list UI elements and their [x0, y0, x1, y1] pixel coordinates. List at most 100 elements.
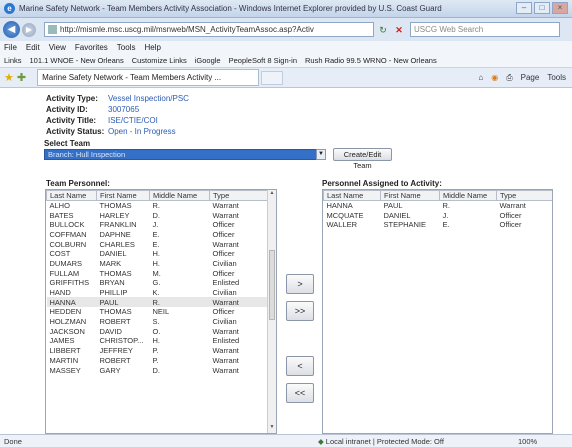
create-edit-team-button[interactable]: Create/Edit Team [333, 148, 392, 170]
table-cell: PAUL [96, 297, 150, 308]
table-row[interactable]: HANNA PAUL R. Warrant [324, 201, 553, 211]
column-header-type[interactable]: Type [496, 190, 552, 201]
column-header-last-name[interactable]: Last Name [323, 190, 381, 201]
menu-view[interactable]: View [49, 43, 66, 52]
table-cell: R. [152, 201, 161, 211]
table-row[interactable]: BULLOCK FRANKLIN J. Officer [47, 220, 269, 230]
table-row[interactable]: DUMARS MARK H. Civilian [47, 259, 269, 269]
activity-status-value: Open - In Progress [108, 127, 176, 136]
minimize-button[interactable]: – [516, 2, 532, 14]
link-wnoe[interactable]: 101.1 WNOE - New Orleans [30, 56, 124, 65]
table-cell: HAND [49, 288, 71, 298]
table-row[interactable]: HAND PHILLIP K. Civilian [47, 288, 269, 298]
forward-button[interactable]: ▶ [22, 22, 36, 37]
link-customize[interactable]: Customize Links [132, 56, 187, 65]
activity-title-value: ISE/CTIE/COI [108, 116, 158, 125]
link-igoogle[interactable]: iGoogle [195, 56, 221, 65]
table-cell: Civilian [212, 258, 237, 268]
chevron-down-icon[interactable]: ▼ [316, 149, 326, 160]
table-cell: ROBERT [99, 355, 131, 365]
column-header-first-name[interactable]: First Name [380, 190, 440, 201]
links-label: Links [4, 56, 22, 65]
table-cell: K. [152, 288, 160, 298]
assigned-personnel-list[interactable]: Last Name First Name Middle Name Type HA… [322, 189, 553, 434]
activity-id-label: Activity ID: [46, 105, 88, 114]
menu-tools[interactable]: Tools [117, 43, 136, 52]
close-button[interactable]: × [552, 2, 568, 14]
table-cell: Officer [212, 229, 235, 239]
table-cell: Warrant [212, 346, 239, 356]
table-row[interactable]: JAMES CHRISTOP... H. Enlisted [47, 336, 269, 346]
team-list-scrollbar[interactable]: ▲ ▼ [267, 190, 276, 433]
remove-all-button[interactable]: << [286, 383, 314, 403]
scroll-thumb[interactable] [269, 250, 275, 320]
team-personnel-table: Last Name First Name Middle Name Type AL… [46, 190, 269, 375]
table-row[interactable]: MCQUATE DANIEL J. Officer [324, 210, 553, 220]
zoom-level[interactable]: 100% [518, 437, 537, 446]
column-header-first-name[interactable]: First Name [96, 190, 150, 201]
table-row[interactable]: MASSEY GARY D. Warrant [47, 365, 269, 375]
team-personnel-label: Team Personnel: [46, 179, 110, 188]
scroll-down-icon[interactable]: ▼ [268, 424, 276, 433]
tab-current[interactable]: Marine Safety Network - Team Members Act… [37, 69, 260, 86]
table-cell: D. [152, 210, 161, 220]
menu-help[interactable]: Help [144, 43, 160, 52]
table-cell: GRIFFITHS [49, 278, 90, 288]
column-header-type[interactable]: Type [209, 190, 269, 201]
team-personnel-list[interactable]: Last Name First Name Middle Name Type AL… [45, 189, 277, 434]
table-cell: HOLZMAN [49, 317, 87, 327]
table-row[interactable]: WALLER STEPHANIE E. Officer [324, 220, 553, 230]
favorites-star-icon[interactable]: ★ [4, 71, 14, 84]
table-row[interactable]: FULLAM THOMAS M. Officer [47, 268, 269, 278]
link-rush-radio[interactable]: Rush Radio 99.5 WRNO - New Orleans [305, 56, 437, 65]
table-cell: DAPHNE [99, 229, 131, 239]
back-button[interactable]: ◀ [3, 21, 20, 38]
print-icon[interactable]: ⎙ [506, 73, 512, 83]
address-field[interactable]: http://mismle.msc.uscg.mil/msnweb/MSN_Ac… [44, 22, 374, 37]
tools-menu[interactable]: Tools [547, 73, 566, 83]
address-text: http://mismle.msc.uscg.mil/msnweb/MSN_Ac… [60, 25, 314, 34]
table-row[interactable]: HOLZMAN ROBERT S. Civilian [47, 317, 269, 327]
table-cell: D. [152, 365, 161, 375]
table-row[interactable]: COFFMAN DAPHNE E. Officer [47, 230, 269, 240]
new-tab-button[interactable] [261, 70, 284, 85]
table-row[interactable]: JACKSON DAVID O. Warrant [47, 326, 269, 336]
tab-bar: ★ ✚ Marine Safety Network - Team Members… [0, 68, 572, 88]
table-row[interactable]: GRIFFITHS BRYAN G. Enlisted [47, 278, 269, 288]
select-team-label: Select Team [44, 139, 91, 148]
table-row[interactable]: MARTIN ROBERT P. Warrant [47, 356, 269, 366]
stop-icon[interactable]: ✕ [392, 23, 406, 37]
page-menu[interactable]: Page [521, 73, 540, 83]
add-all-button[interactable]: >> [286, 301, 314, 321]
table-row[interactable]: ALHO THOMAS R. Warrant [47, 201, 269, 211]
table-cell: NEIL [152, 307, 170, 317]
menu-edit[interactable]: Edit [26, 43, 40, 52]
feeds-icon[interactable]: ◉ [491, 73, 498, 83]
column-header-last-name[interactable]: Last Name [46, 190, 97, 201]
table-row[interactable]: BATES HARLEY D. Warrant [47, 210, 269, 220]
table-row[interactable]: HEDDEN THOMAS NEIL Officer [47, 307, 269, 317]
link-peoplesoft[interactable]: PeopleSoft 8 Sign-in [229, 56, 297, 65]
menu-file[interactable]: File [4, 43, 17, 52]
table-row[interactable]: COLBURN CHARLES E. Warrant [47, 239, 269, 249]
table-cell: S. [152, 317, 160, 327]
team-select[interactable]: Branch: Hull Inspection [44, 149, 326, 160]
scroll-up-icon[interactable]: ▲ [268, 190, 276, 199]
add-favorites-icon[interactable]: ✚ [17, 71, 26, 84]
maximize-button[interactable]: □ [534, 2, 550, 14]
assigned-personnel-label: Personnel Assigned to Activity: [322, 179, 442, 188]
home-icon[interactable]: ⌂ [478, 73, 483, 83]
menu-favorites[interactable]: Favorites [75, 43, 108, 52]
remove-selected-button[interactable]: < [286, 356, 314, 376]
refresh-icon[interactable]: ↻ [376, 23, 390, 37]
column-header-middle-name[interactable]: Middle Name [439, 190, 497, 201]
add-selected-button[interactable]: > [286, 274, 314, 294]
table-row[interactable]: COST DANIEL H. Officer [47, 249, 269, 259]
security-zone[interactable]: ◆ Local intranet | Protected Mode: Off [318, 437, 444, 446]
table-row[interactable]: HANNA PAUL R. Warrant [46, 297, 269, 308]
table-row[interactable]: LIBBERT JEFFREY P. Warrant [47, 346, 269, 356]
column-header-middle-name[interactable]: Middle Name [149, 190, 210, 201]
table-cell: Officer [212, 268, 235, 278]
table-cell: MASSEY [49, 365, 81, 375]
search-input[interactable]: USCG Web Search [410, 22, 560, 37]
